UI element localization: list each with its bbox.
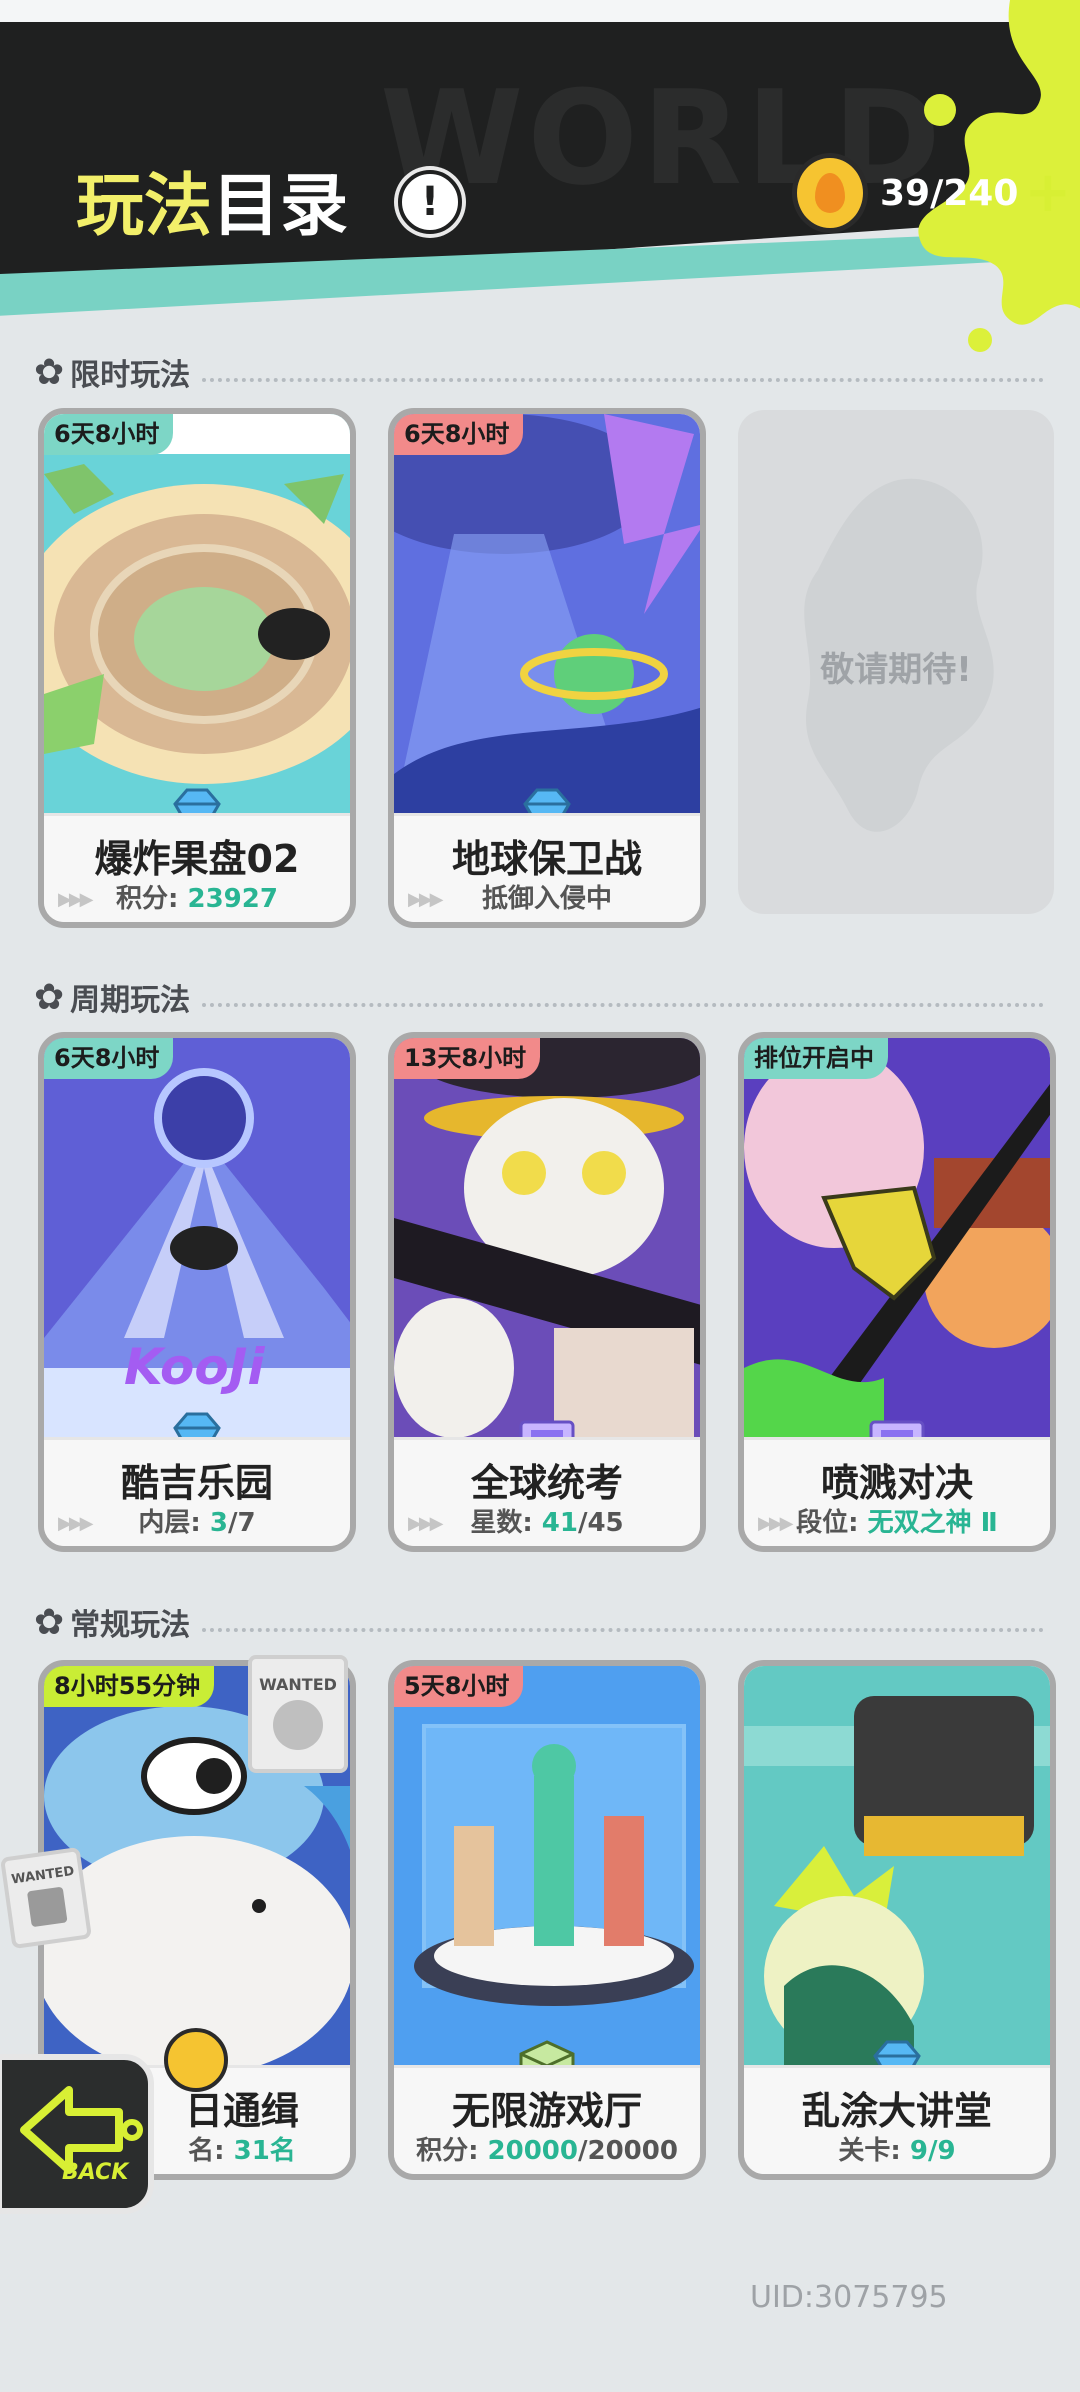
section-divider [202,1003,1044,1007]
card-artwork [44,414,350,824]
mode-card-earth-defense[interactable]: 地球保卫战 抵御入侵中 ▶▶▶ 6天8小时 [388,408,706,928]
flower-icon: ✿ [34,1601,65,1643]
section-limited-label: 限时玩法 [70,358,191,393]
card-sub-label: 星数: [470,1508,542,1538]
card-sub-label: 关卡: [838,2136,910,2166]
section-divider [202,378,1044,382]
mode-card-doodle-lecture[interactable]: 乱涂大讲堂 关卡: 9/9 [738,1660,1056,2180]
time-tag: 5天8小时 [394,1666,524,1707]
flower-icon: ✿ [34,976,65,1018]
warning-icon [26,1886,68,1928]
arrows-decoration: ▶▶▶ [58,1513,93,1534]
rank-tag: 排位开启中 [744,1038,888,1079]
coming-soon-card: 敬请期待! [738,410,1054,914]
card-sub-value: 23927 [187,884,278,914]
card-sub-label: 名: [188,2136,234,2166]
wanted-poster-small-2[interactable]: WANTED [0,1846,93,1950]
card-sub-label: 积分: [116,884,188,914]
coming-soon-text: 敬请期待! [820,650,972,690]
add-currency-button[interactable]: + [1024,165,1071,221]
section-periodic-label: 周期玩法 [70,983,191,1018]
page-title: 玩法目录 [76,150,348,249]
card-artwork [394,1038,700,1448]
card-sub-label: 段位: [796,1508,868,1538]
card-info-panel: 喷溅对决 段位: 无双之神 Ⅱ ▶▶▶ [744,1437,1050,1546]
wanted-poster-small[interactable]: WANTED [248,1655,348,1773]
currency-display: 39/240 + [792,152,1071,234]
section-regular: ✿ 常规玩法 [34,1600,1044,1644]
time-tag: 8小时55分钟 [44,1666,215,1707]
card-title: 全球统考 [470,1461,623,1505]
card-sub-label: 内层: [138,1508,210,1538]
back-label: BACK [62,2160,129,2185]
user-id: UID:3075795 [750,2280,948,2315]
card-title: 喷溅对决 [820,1461,973,1505]
page-title-part1: 玩法 [76,167,213,246]
section-regular-label: 常规玩法 [70,1608,191,1643]
card-artwork [394,1666,700,2076]
card-title: 乱涂大讲堂 [801,2089,992,2133]
card-info-panel: 全球统考 星数: 41/45 ▶▶▶ [394,1437,700,1546]
card-title: 无限游戏厅 [451,2089,642,2133]
card-title: 酷吉乐园 [120,1461,273,1505]
card-title: 地球保卫战 [451,837,642,881]
wanted-label: WANTED [10,1863,76,1888]
card-artwork [394,414,700,824]
card-sub-value: 31名 [233,2136,296,2166]
card-sub-label: 积分: [416,2136,488,2166]
time-tag: 6天8小时 [44,414,174,455]
card-info-panel: 地球保卫战 抵御入侵中 ▶▶▶ [394,813,700,922]
card-sub-value: 无双之神 Ⅱ [867,1508,998,1538]
arrows-decoration: ▶▶▶ [758,1513,793,1534]
card-sub-max: /20000 [577,2136,678,2166]
arrows-decoration: ▶▶▶ [58,889,93,910]
card-info-panel: 酷吉乐园 内层: 3/7 ▶▶▶ [44,1437,350,1546]
mode-card-fruit-bomb[interactable]: 爆炸果盘02 积分: 23927 ▶▶▶ 6天8小时 [38,408,356,928]
card-title: 爆炸果盘02 [94,837,300,881]
card-artwork [744,1038,1050,1448]
card-sub-max: /7 [227,1508,256,1538]
kooji-logo-text: KooJi [124,1338,265,1396]
time-tag: 6天8小时 [44,1038,174,1079]
flame-coin-icon [792,153,868,233]
mode-card-splash-duel[interactable]: 喷溅对决 段位: 无双之神 Ⅱ ▶▶▶ 排位开启中 [738,1032,1056,1552]
currency-value: 39/240 [880,172,1019,214]
card-sub-value: 20000 [487,2136,578,2166]
section-periodic: ✿ 周期玩法 [34,975,1044,1019]
info-icon[interactable]: ! [398,170,462,234]
mode-card-infinite-arcade[interactable]: 无限游戏厅 积分: 20000/20000 5天8小时 [388,1660,706,2180]
time-tag: 6天8小时 [394,414,524,455]
back-button[interactable]: BACK [0,2054,154,2214]
arrows-decoration: ▶▶▶ [408,889,443,910]
wanted-portrait-icon [273,1700,323,1750]
card-artwork [744,1666,1050,2076]
page-title-part2: 目录 [212,167,349,246]
wanted-badge-icon [164,2028,228,2092]
card-subtitle: 关卡: 9/9 [744,2130,1050,2167]
card-sub-value: 41 [541,1508,578,1538]
card-info-panel: 爆炸果盘02 积分: 23927 ▶▶▶ [44,813,350,922]
card-sub-max: /45 [577,1508,624,1538]
time-tag: 13天8小时 [394,1038,541,1079]
flower-icon: ✿ [34,351,65,393]
card-subtitle: 积分: 20000/20000 [394,2130,700,2167]
card-info-panel: 无限游戏厅 积分: 20000/20000 [394,2065,700,2174]
card-sub-value: 3 [209,1508,228,1538]
mode-card-global-exam[interactable]: 全球统考 星数: 41/45 ▶▶▶ 13天8小时 [388,1032,706,1552]
wanted-label: WANTED [259,1675,337,1694]
mode-card-kooji-park[interactable]: KooJi 酷吉乐园 内层: 3/7 ▶▶▶ 6天8小时 [38,1032,356,1552]
arrows-decoration: ▶▶▶ [408,1513,443,1534]
section-divider [202,1628,1044,1632]
section-limited: ✿ 限时玩法 [34,350,1044,394]
card-sub-value: 9/9 [909,2136,956,2166]
card-info-panel: 乱涂大讲堂 关卡: 9/9 [744,2065,1050,2174]
